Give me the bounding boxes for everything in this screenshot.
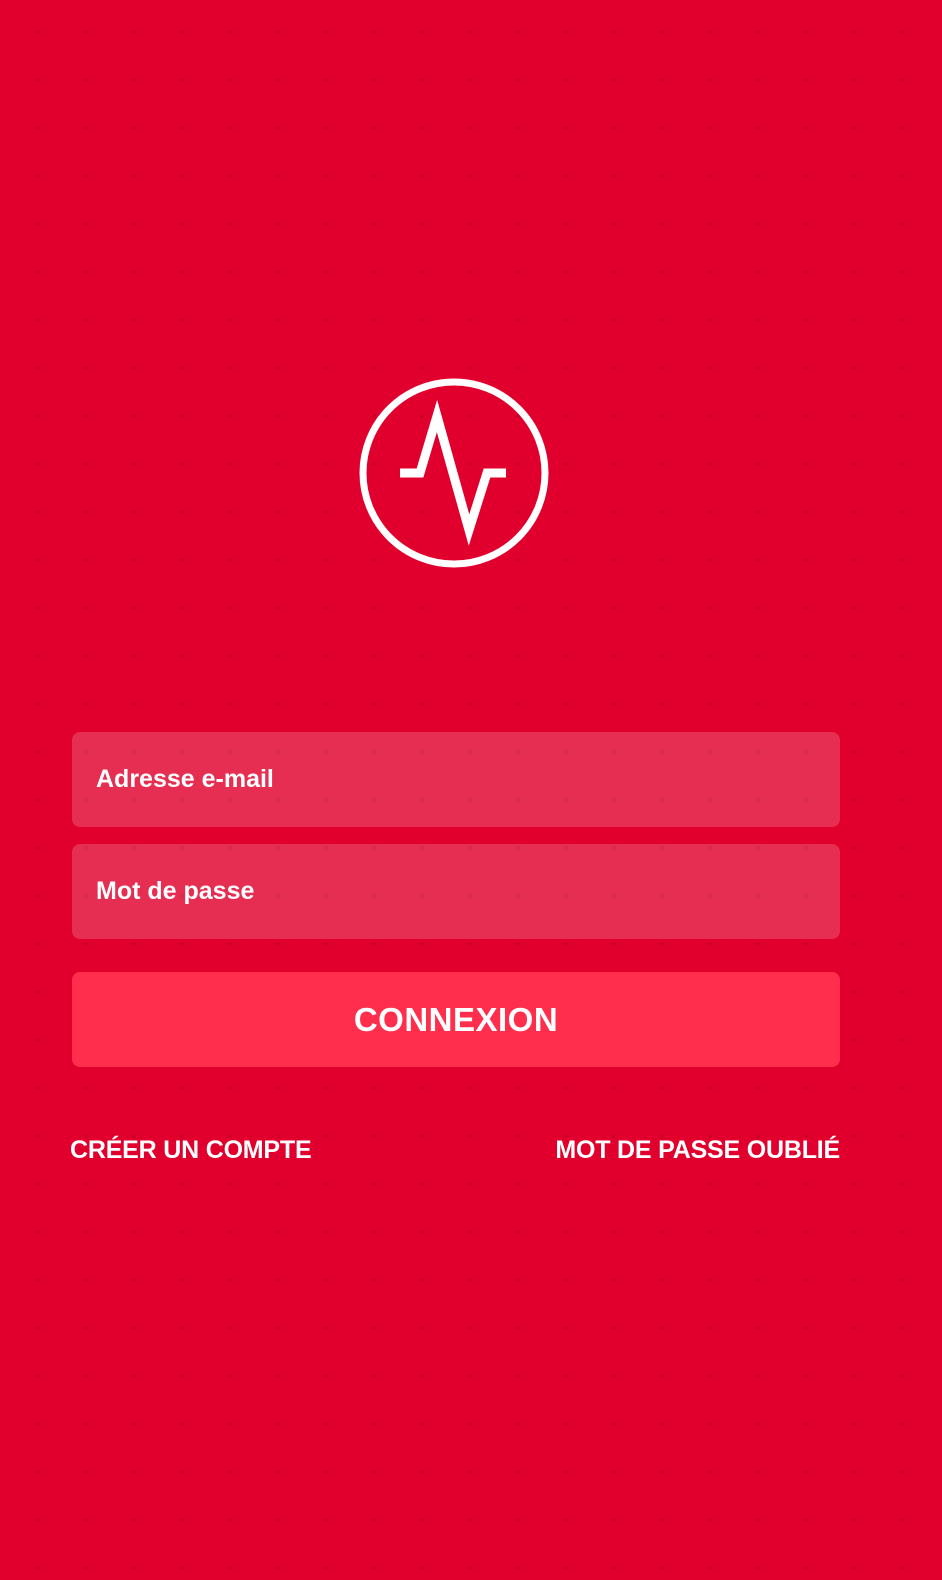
password-field[interactable]: Mot de passe (72, 844, 840, 939)
email-placeholder: Adresse e-mail (96, 765, 274, 793)
email-field[interactable]: Adresse e-mail (72, 732, 840, 827)
forgot-password-link[interactable]: MOT DE PASSE OUBLIÉ (555, 1136, 840, 1165)
password-placeholder: Mot de passe (96, 877, 255, 905)
login-button[interactable]: CONNEXION (72, 972, 840, 1067)
login-button-label: CONNEXION (353, 1000, 559, 1038)
pulse-heartbeat-icon (359, 378, 549, 568)
app-logo (358, 378, 550, 570)
login-screen: Adresse e-mail Mot de passe CONNEXION CR… (0, 0, 942, 1580)
create-account-link[interactable]: CRÉER UN COMPTE (70, 1136, 312, 1165)
